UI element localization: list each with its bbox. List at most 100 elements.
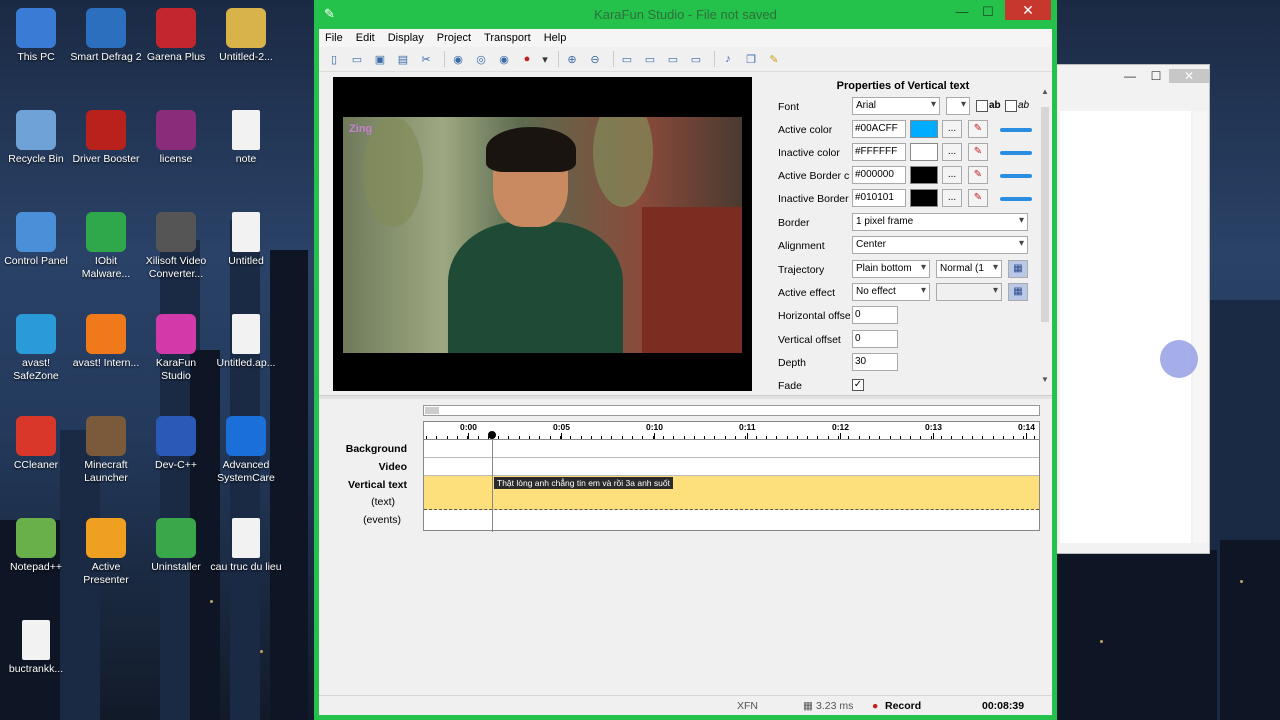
desktop-icon[interactable]: Untitled.ap... [210,314,282,370]
view-4-icon[interactable]: ▭ [687,50,705,68]
cut-icon[interactable]: ✂ [417,50,435,68]
fade-checkbox[interactable]: ✓ [852,379,864,391]
save-icon[interactable]: ▣ [371,50,389,68]
font-select[interactable]: Arial [852,97,940,115]
lyric-text-block[interactable]: Thật lòng anh chẳng tin em và rồi 3a anh… [494,477,673,489]
active-border-swatch[interactable] [910,166,938,184]
scroll-down-icon[interactable]: ▼ [1038,375,1052,384]
menu-file[interactable]: File [325,32,343,44]
record-dropdown-icon[interactable]: ▾ [541,50,549,68]
karafun-window[interactable]: ✎ KaraFun Studio - File not saved — ☐ ✕ … [314,0,1057,720]
timeline-ruler[interactable]: 0:00 0:05 0:10 0:11 0:12 0:13 0:14 [423,421,1040,439]
edit-pencil-icon[interactable]: ✎ [765,50,783,68]
trajectory-select[interactable]: Plain bottom [852,260,930,278]
video-preview[interactable]: Zing [333,77,752,391]
depth-input[interactable]: 30 [852,353,898,371]
desktop-icon[interactable]: avast! SafeZone [0,314,72,383]
desktop-icon[interactable]: note [210,110,282,166]
background-window-scrollbar[interactable] [1193,111,1207,543]
zoom-out-icon[interactable]: ⊖ [586,50,604,68]
timeline-tracks[interactable]: Thật lòng anh chẳng tin em và rồi 3a anh… [423,439,1040,531]
active-effect-select[interactable]: No effect [852,283,930,301]
new-file-icon[interactable]: ▯ [325,50,343,68]
desktop-icon[interactable]: Xilisoft Video Converter... [140,212,212,281]
desktop-icon[interactable]: license [140,110,212,166]
desktop-icon[interactable]: This PC [0,8,72,64]
desktop-icon[interactable]: Driver Booster [70,110,142,166]
desktop-icon[interactable]: Control Panel [0,212,72,268]
desktop-icon[interactable]: Untitled-2... [210,8,282,64]
bg-maximize-icon[interactable]: ☐ [1143,69,1169,83]
horizontal-offset-input[interactable]: 0 [852,306,898,324]
inactive-border-swatch[interactable] [910,189,938,207]
background-track[interactable] [424,440,1039,458]
active-color-swatch[interactable] [910,120,938,138]
border-select[interactable]: 1 pixel frame [852,213,1028,231]
scroll-thumb[interactable] [1041,107,1049,322]
record-icon[interactable]: ● [518,50,536,68]
timeline-scrollbar[interactable] [423,405,1040,416]
active-border-input[interactable]: #000000 [852,166,906,184]
inactive-color-input[interactable]: #FFFFFF [852,143,906,161]
minimize-icon[interactable]: — [949,4,975,22]
inactive-color-swatch[interactable] [910,143,938,161]
inactive-color-more-button[interactable]: ... [942,143,962,161]
bg-close-icon[interactable]: ✕ [1169,69,1209,83]
menu-project[interactable]: Project [437,32,471,44]
inactive-border-picker-icon[interactable]: ✎ [968,189,988,207]
inactive-color-slider[interactable] [1000,151,1032,155]
desktop-icon[interactable]: Untitled [210,212,282,268]
desktop-icon[interactable]: Notepad++ [0,518,72,574]
view-3-icon[interactable]: ▭ [664,50,682,68]
desktop-icon[interactable]: KaraFun Studio [140,314,212,383]
desktop-icon[interactable]: avast! Intern... [70,314,142,370]
splitter[interactable] [319,395,1052,399]
bold-checkbox[interactable] [976,100,988,112]
close-icon[interactable]: ✕ [1005,0,1051,20]
stop-icon[interactable]: ◉ [495,50,513,68]
active-border-more-button[interactable]: ... [942,166,962,184]
desktop-icon[interactable]: buctrankk... [0,620,72,676]
timeline-scroll-thumb[interactable] [425,407,439,414]
copy-icon[interactable]: ❐ [742,50,760,68]
desktop-icon[interactable]: Uninstaller [140,518,212,574]
save-as-icon[interactable]: ▤ [394,50,412,68]
pause-icon[interactable]: ◎ [472,50,490,68]
bg-minimize-icon[interactable]: — [1117,69,1143,83]
desktop-icon[interactable]: Smart Defrag 2 [70,8,142,64]
playhead-marker[interactable] [488,431,496,439]
italic-checkbox[interactable] [1005,100,1017,112]
vertical-offset-input[interactable]: 0 [852,330,898,348]
active-color-picker-icon[interactable]: ✎ [968,120,988,138]
play-icon[interactable]: ◉ [449,50,467,68]
desktop-icon[interactable]: Active Presenter [70,518,142,587]
inactive-color-picker-icon[interactable]: ✎ [968,143,988,161]
inactive-border-slider[interactable] [1000,197,1032,201]
desktop-icon[interactable]: CCleaner [0,416,72,472]
desktop-icon[interactable]: Advanced SystemCare [210,416,282,485]
alignment-select[interactable]: Center [852,236,1028,254]
desktop-icon[interactable]: Recycle Bin [0,110,72,166]
open-folder-icon[interactable]: ▭ [348,50,366,68]
trajectory-grid-icon[interactable]: ▦ [1008,260,1028,278]
effect-grid-icon[interactable]: ▦ [1008,283,1028,301]
window-titlebar[interactable]: ✎ KaraFun Studio - File not saved — ☐ ✕ [314,0,1057,29]
desktop-icon[interactable]: Minecraft Launcher [70,416,142,485]
desktop-icon[interactable]: Garena Plus [140,8,212,64]
menu-transport[interactable]: Transport [484,32,531,44]
menu-edit[interactable]: Edit [356,32,375,44]
desktop-icon[interactable]: cau truc du lieu [210,518,282,574]
view-2-icon[interactable]: ▭ [641,50,659,68]
menu-help[interactable]: Help [544,32,567,44]
scroll-up-icon[interactable]: ▲ [1038,87,1052,96]
video-track[interactable] [424,458,1039,476]
view-1-icon[interactable]: ▭ [618,50,636,68]
desktop-icon[interactable]: Dev-C++ [140,416,212,472]
properties-scrollbar[interactable]: ▲ ▼ [1038,87,1052,387]
maximize-icon[interactable]: ☐ [975,4,1001,22]
inactive-border-more-button[interactable]: ... [942,189,962,207]
font-size-select[interactable] [946,97,970,115]
trajectory-mode-select[interactable]: Normal (1 [936,260,1002,278]
active-color-slider[interactable] [1000,128,1032,132]
menu-display[interactable]: Display [388,32,424,44]
